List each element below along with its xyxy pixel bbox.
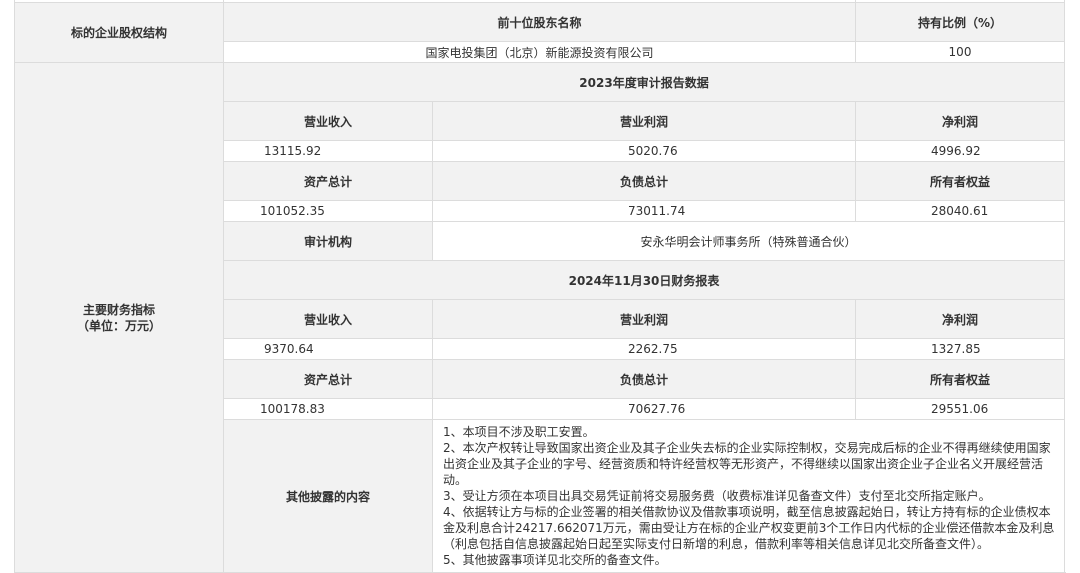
equity-label: 标的企业股权结构 <box>14 2 224 63</box>
disclosure-item-2: 2、本次产权转让导致国家出资企业及其子企业失去标的企业实际控制权，交易完成后标的… <box>443 441 1051 487</box>
finance-label-line2: （单位：万元） <box>76 318 161 333</box>
total-liabilities-value: 73011.74 <box>432 200 856 222</box>
auditor-value: 安永华明会计师事务所（特殊普通合伙） <box>432 221 1065 261</box>
operating-profit-header: 营业利润 <box>432 101 856 141</box>
disclosure-item-5: 5、其他披露事项详见北交所的备查文件。 <box>443 553 667 567</box>
operating-profit-value: 5020.76 <box>432 140 856 162</box>
disclosure-item-4: 4、依据转让方与标的企业签署的相关借款协议及借款事项说明，截至信息披露起始日，转… <box>443 505 1055 551</box>
revenue-value-2024: 9370.64 <box>223 338 433 360</box>
equity-header-row: 标的企业股权结构 前十位股东名称 持有比例（%） <box>14 2 1065 63</box>
audit-2023-title: 2023年度审计报告数据 <box>223 62 1065 102</box>
owners-equity-value-2024: 29551.06 <box>855 398 1065 420</box>
finance-label-line1: 主要财务指标 <box>82 302 155 317</box>
report-2024-title: 2024年11月30日财务报表 <box>223 260 1065 300</box>
net-profit-header: 净利润 <box>855 101 1065 141</box>
net-profit-header-2024: 净利润 <box>855 299 1065 339</box>
owners-equity-header: 所有者权益 <box>855 161 1065 201</box>
operating-profit-header-2024: 营业利润 <box>432 299 856 339</box>
disclosure-content: 1、本项目不涉及职工安置。 2、本次产权转让导致国家出资企业及其子企业失去标的企… <box>432 419 1065 573</box>
audit-2023-title-row: 主要财务指标 （单位：万元） 2023年度审计报告数据 <box>14 62 1065 573</box>
holding-ratio-header: 持有比例（%） <box>855 2 1065 42</box>
transfer-info-table-container: 标的企业股权结构 前十位股东名称 持有比例（%） 国家电投集团（北京）新能源投资… <box>14 0 1065 573</box>
disclosure-item-1: 1、本项目不涉及职工安置。 <box>443 425 595 439</box>
revenue-value: 13115.92 <box>223 140 433 162</box>
total-liabilities-header-2024: 负债总计 <box>432 359 856 399</box>
disclosure-label: 其他披露的内容 <box>223 419 433 573</box>
total-liabilities-value-2024: 70627.76 <box>432 398 856 420</box>
total-assets-header-2024: 资产总计 <box>223 359 433 399</box>
disclosure-item-3: 3、受让方须在本项目出具交易凭证前将交易服务费（收费标准详见备查文件）支付至北交… <box>443 489 991 503</box>
shareholder-name: 国家电投集团（北京）新能源投资有限公司 <box>223 41 856 63</box>
total-assets-value-2024: 100178.83 <box>223 398 433 420</box>
total-liabilities-header: 负债总计 <box>432 161 856 201</box>
shareholder-name-header: 前十位股东名称 <box>223 2 856 42</box>
total-assets-value: 101052.35 <box>223 200 433 222</box>
total-assets-header: 资产总计 <box>223 161 433 201</box>
transfer-info-table: 标的企业股权结构 前十位股东名称 持有比例（%） 国家电投集团（北京）新能源投资… <box>14 0 1065 573</box>
net-profit-value: 4996.92 <box>855 140 1065 162</box>
operating-profit-value-2024: 2262.75 <box>432 338 856 360</box>
owners-equity-value: 28040.61 <box>855 200 1065 222</box>
net-profit-value-2024: 1327.85 <box>855 338 1065 360</box>
revenue-header: 营业收入 <box>223 101 433 141</box>
auditor-label: 审计机构 <box>223 221 433 261</box>
revenue-header-2024: 营业收入 <box>223 299 433 339</box>
holding-ratio: 100 <box>855 41 1065 63</box>
finance-label: 主要财务指标 （单位：万元） <box>14 62 224 573</box>
owners-equity-header-2024: 所有者权益 <box>855 359 1065 399</box>
